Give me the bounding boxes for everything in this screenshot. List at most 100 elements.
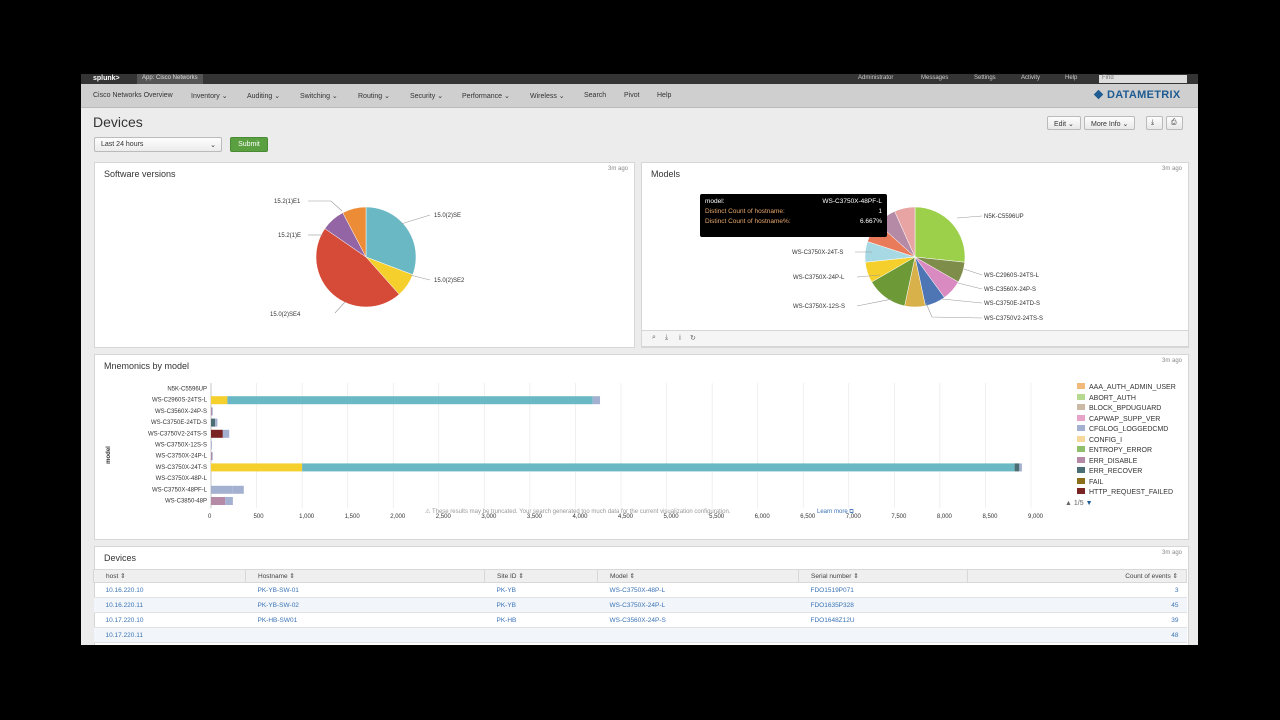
table-cell[interactable]: 39: [967, 612, 1187, 628]
table-cell[interactable]: 10.16.220.11: [93, 597, 246, 613]
bar-segment[interactable]: [1014, 463, 1020, 472]
column-header-serial[interactable]: Serial number ⇕: [798, 569, 968, 583]
table-row[interactable]: 10.17.220.11 48: [93, 627, 1187, 643]
table-cell[interactable]: 48: [967, 627, 1187, 643]
bar-config-i[interactable]: [211, 463, 303, 472]
print-icon[interactable]: ⎙: [1166, 116, 1183, 130]
legend-item[interactable]: ERR_RECOVER: [1077, 467, 1142, 475]
nav-security[interactable]: Security ⌄: [410, 92, 443, 100]
submit-button[interactable]: Submit: [230, 137, 268, 152]
table-cell[interactable]: 10.17.220.10: [93, 612, 246, 628]
table-cell[interactable]: FDO1519P071: [798, 582, 968, 598]
nav-help[interactable]: Help: [657, 92, 671, 99]
bar-segment[interactable]: [222, 429, 230, 438]
bar-segment[interactable]: [597, 396, 601, 405]
administrator-menu[interactable]: Administrator: [858, 75, 893, 81]
nav-routing[interactable]: Routing ⌄: [358, 92, 390, 100]
legend-item[interactable]: FAIL: [1077, 477, 1103, 486]
bar-segment[interactable]: [212, 407, 213, 416]
activity-menu[interactable]: Activity: [1021, 75, 1040, 81]
bar-segment[interactable]: [215, 418, 218, 427]
bar-segment[interactable]: [211, 441, 212, 449]
find-input[interactable]: Find: [1099, 75, 1187, 83]
bar-segment[interactable]: [232, 485, 244, 494]
table-cell[interactable]: [484, 627, 598, 643]
leader-line: [956, 215, 983, 219]
settings-menu[interactable]: Settings: [974, 75, 996, 81]
legend-item[interactable]: CONFIG_I: [1077, 435, 1122, 444]
legend-item[interactable]: BLOCK_BPDUGUARD: [1077, 404, 1161, 412]
bar-segment[interactable]: [211, 485, 233, 494]
table-cell[interactable]: [245, 627, 485, 643]
bar-segment[interactable]: [211, 418, 216, 427]
table-cell[interactable]: 45: [967, 597, 1187, 613]
learn-more-link[interactable]: Learn more ⧉: [817, 509, 854, 515]
column-header-hostname[interactable]: Hostname ⇕: [245, 569, 485, 583]
table-cell[interactable]: [798, 627, 968, 643]
table-cell[interactable]: PK-HB: [484, 612, 598, 628]
nav-performance[interactable]: Performance ⌄: [462, 92, 510, 100]
help-menu[interactable]: Help: [1065, 75, 1077, 81]
app-menu[interactable]: App: Cisco Networks: [137, 74, 203, 84]
nav-inventory[interactable]: Inventory ⌄: [191, 92, 228, 100]
inspect-icon[interactable]: ⅰ: [679, 334, 681, 342]
table-cell[interactable]: WS-C3560X-24P-S: [597, 612, 799, 628]
table-cell[interactable]: FDO1635P328: [798, 597, 968, 613]
chevron-down-icon[interactable]: ▼: [1086, 500, 1093, 507]
legend-item[interactable]: AAA_AUTH_ADMIN_USER: [1077, 383, 1176, 391]
column-header-host[interactable]: host ⇕: [93, 569, 246, 583]
table-cell[interactable]: PK-YB-SW-02: [245, 597, 485, 613]
column-header-model[interactable]: Model ⇕: [597, 569, 799, 583]
table-row[interactable]: 10.16.220.11 PK-YB-SW-02 PK-YB WS-C3750X-24…: [93, 597, 1187, 613]
nav-auditing[interactable]: Auditing ⌄: [247, 92, 280, 100]
bar-segment[interactable]: [1019, 463, 1022, 472]
bar-segment[interactable]: [211, 429, 223, 438]
table-cell[interactable]: PK-YB: [484, 582, 598, 598]
edit-button[interactable]: Edit ⌄: [1047, 116, 1081, 130]
table-cell[interactable]: WS-C3750X-24P-L: [597, 597, 799, 613]
bar-segment[interactable]: [225, 497, 233, 505]
splunk-logo[interactable]: splunk>: [93, 75, 120, 82]
legend-item[interactable]: ERR_DISABLE: [1077, 456, 1137, 465]
table-cell[interactable]: 10.17.220.11: [93, 627, 246, 643]
search-icon[interactable]: ⌕: [652, 334, 656, 342]
column-header-site-id[interactable]: Site ID ⇕: [484, 569, 598, 583]
legend-item[interactable]: ENTROPY_ERROR: [1077, 446, 1152, 454]
bar-segment[interactable]: [211, 452, 213, 461]
table-cell[interactable]: 3: [967, 582, 1187, 598]
refresh-icon[interactable]: ↻: [690, 334, 696, 342]
column-header-count[interactable]: Count of events ⇕: [967, 569, 1187, 583]
table-row[interactable]: 10.17.220.10 PK-HB-SW01 PK-HB WS-C3560X-24P…: [93, 612, 1187, 628]
bar-segment[interactable]: [592, 396, 598, 405]
nav-wireless[interactable]: Wireless ⌄: [530, 92, 565, 100]
export-icon[interactable]: ⤓: [665, 334, 668, 342]
legend-item[interactable]: CAPWAP_SUPP_VER: [1077, 414, 1160, 423]
legend-item[interactable]: HTTP_REQUEST_FAILED: [1077, 488, 1173, 496]
legend-item[interactable]: CFGLOG_LOGGEDCMD: [1077, 425, 1168, 433]
messages-menu[interactable]: Messages: [921, 75, 948, 81]
bar-config-i[interactable]: [211, 396, 228, 405]
legend-item[interactable]: ABORT_AUTH: [1077, 393, 1136, 402]
nav-switching[interactable]: Switching ⌄: [300, 92, 338, 100]
table-cell[interactable]: [597, 627, 799, 643]
nav-overview[interactable]: Cisco Networks Overview: [93, 92, 173, 99]
table-cell[interactable]: 10.16.220.10: [93, 582, 246, 598]
nav-pivot[interactable]: Pivot: [624, 92, 640, 99]
table-cell[interactable]: PK-HB-SW01: [245, 612, 485, 628]
export-icon[interactable]: ⤓: [1146, 116, 1163, 130]
time-range-picker[interactable]: Last 24 hours ⌄: [94, 137, 222, 152]
nav-search[interactable]: Search: [584, 92, 606, 99]
legend-pager[interactable]: ▲ 1/5 ▼: [1065, 500, 1093, 507]
table-cell[interactable]: WS-C3750X-48P-L: [597, 582, 799, 598]
models-pie-slice[interactable]: [914, 206, 966, 263]
table-cell[interactable]: FDO1648Z12U: [798, 612, 968, 628]
bar-segment[interactable]: [211, 407, 213, 416]
bar-segment[interactable]: [302, 463, 1015, 472]
bar-segment[interactable]: [212, 452, 213, 461]
bar-segment[interactable]: [227, 396, 593, 405]
table-cell[interactable]: PK-YB-SW-01: [245, 582, 485, 598]
more-info-button[interactable]: More Info ⌄: [1084, 116, 1136, 130]
bar-segment[interactable]: [211, 497, 226, 505]
table-row[interactable]: 10.16.220.10 PK-YB-SW-01 PK-YB WS-C3750X-48…: [93, 582, 1187, 598]
table-cell[interactable]: PK-YB: [484, 597, 598, 613]
